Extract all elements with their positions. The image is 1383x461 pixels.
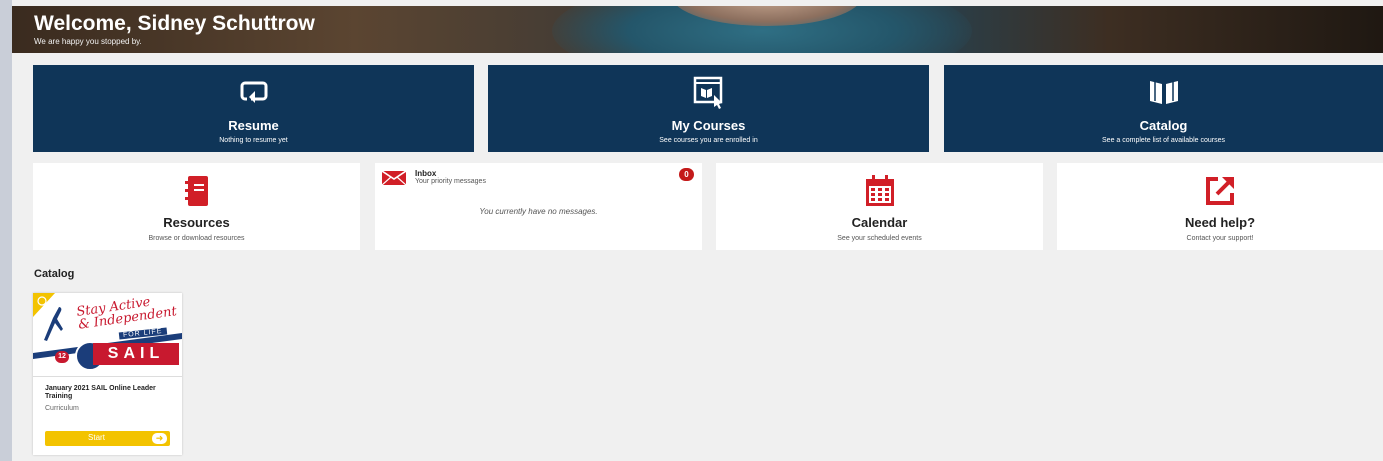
external-link-icon — [1204, 175, 1236, 212]
start-button-label: Start — [88, 433, 105, 442]
catalog-tile[interactable]: Catalog See a complete list of available… — [944, 65, 1383, 152]
thumbnail-sail-logo: SAIL — [93, 343, 179, 365]
welcome-subtitle: We are happy you stopped by. — [34, 37, 142, 46]
inbox-subtitle: Your priority messages — [415, 178, 486, 185]
catalog-book-icon — [1147, 77, 1181, 112]
resources-notebook-icon — [184, 175, 210, 212]
welcome-banner: Welcome, Sidney Schuttrow We are happy y… — [12, 6, 1383, 53]
need-help-title: Need help? — [1184, 215, 1256, 230]
thumbnail-number-badge: 12 — [55, 351, 69, 363]
my-courses-tile[interactable]: My Courses See courses you are enrolled … — [488, 65, 929, 152]
course-type: Curriculum — [45, 405, 79, 412]
course-card[interactable]: Stay Active & Independent FOR LIFE SAIL … — [33, 293, 182, 455]
app-frame: Welcome, Sidney Schuttrow We are happy y… — [12, 0, 1383, 461]
calendar-subtitle: See your scheduled events — [837, 235, 922, 242]
envelope-icon — [381, 170, 407, 190]
my-courses-subtitle: See courses you are enrolled in — [659, 137, 758, 144]
resources-title: Resources — [163, 215, 230, 230]
catalog-section-heading: Catalog — [34, 268, 75, 280]
course-title[interactable]: January 2021 SAIL Online Leader Training — [45, 385, 170, 401]
resume-title: Resume — [228, 118, 279, 133]
calendar-icon — [865, 175, 895, 212]
resume-tile[interactable]: Resume Nothing to resume yet — [33, 65, 474, 152]
resume-subtitle: Nothing to resume yet — [219, 137, 288, 144]
my-courses-title: My Courses — [671, 118, 746, 133]
welcome-title: Welcome, Sidney Schuttrow — [34, 12, 315, 35]
need-help-subtitle: Contact your support! — [1186, 235, 1254, 242]
chevron-right-icon: ➜ — [152, 433, 167, 444]
inbox-title: Inbox — [415, 169, 437, 178]
my-courses-icon — [692, 75, 726, 114]
catalog-title: Catalog — [1139, 118, 1188, 133]
calendar-tile[interactable]: Calendar See your scheduled events — [716, 163, 1043, 250]
inbox-empty-message: You currently have no messages. — [479, 207, 598, 216]
catalog-subtitle: See a complete list of available courses — [1102, 137, 1225, 144]
resources-subtitle: Browse or download resources — [148, 235, 245, 242]
resources-tile[interactable]: Resources Browse or download resources — [33, 163, 360, 250]
inbox-count-badge: 0 — [679, 168, 694, 181]
course-thumbnail: Stay Active & Independent FOR LIFE SAIL … — [33, 293, 182, 377]
calendar-title: Calendar — [851, 215, 908, 230]
start-button[interactable]: Start ➜ — [45, 431, 170, 446]
inbox-tile[interactable]: Inbox Your priority messages 0 You curre… — [375, 163, 702, 250]
resume-icon — [239, 77, 269, 112]
need-help-tile[interactable]: Need help? Contact your support! — [1057, 163, 1383, 250]
